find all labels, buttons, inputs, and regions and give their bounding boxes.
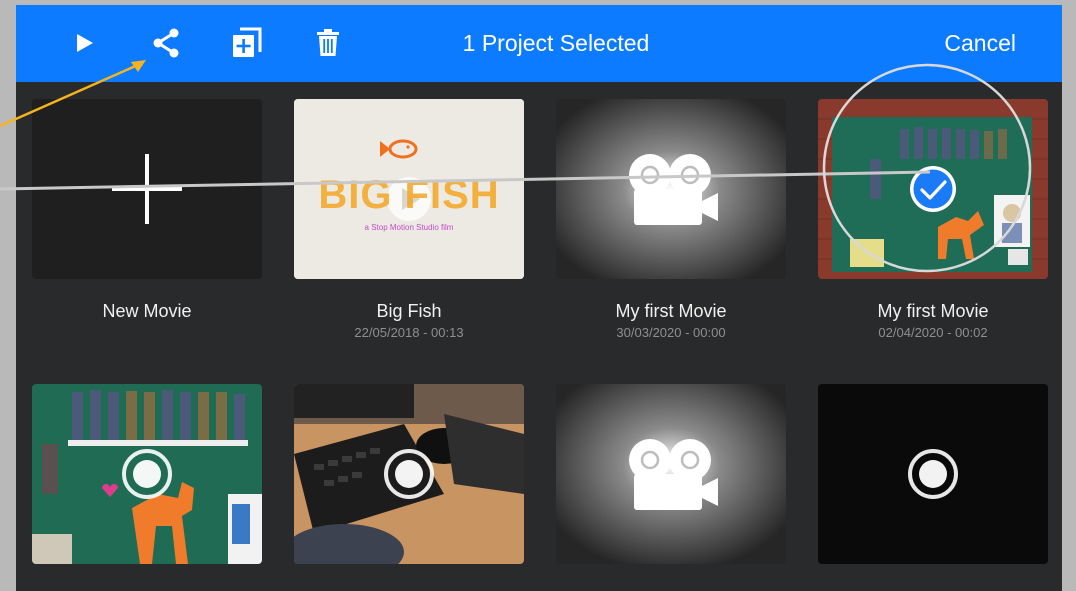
play-icon	[77, 34, 93, 52]
project-card-desk[interactable]	[294, 384, 524, 564]
selection-toolbar: 1 Project Selected Cancel	[16, 5, 1062, 82]
project-card-black[interactable]	[818, 384, 1048, 564]
plus-icon	[112, 154, 182, 224]
thumbnail-title-text: BIG FISH	[318, 173, 500, 217]
record-indicator-icon	[908, 449, 958, 499]
project-card-soldiers-dog[interactable]	[32, 384, 262, 564]
thumbnail-subtitle-text: a Stop Motion Studio film	[364, 223, 454, 232]
play-button[interactable]	[64, 23, 104, 63]
share-button[interactable]	[146, 23, 186, 63]
selected-checkmark	[910, 166, 956, 212]
share-icon	[153, 28, 179, 58]
big-fish-title-overlay: BIG FISH a Stop Motion Studio film	[294, 99, 524, 279]
project-card-camera[interactable]	[556, 384, 786, 564]
project-card-my-first-movie-selected[interactable]	[818, 99, 1048, 279]
project-date: 02/04/2020 - 00:02	[878, 325, 988, 340]
record-indicator-icon	[122, 449, 172, 499]
new-movie-card[interactable]	[32, 99, 262, 279]
camera-thumbnail	[556, 384, 786, 564]
selection-count-title: 1 Project Selected	[462, 30, 650, 56]
camera-thumbnail	[556, 99, 786, 279]
project-name: New Movie	[102, 301, 192, 321]
project-card-big-fish[interactable]: BIG FISH a Stop Motion Studio film	[294, 99, 524, 279]
project-name: Big Fish	[376, 301, 442, 321]
project-date: 30/03/2020 - 00:00	[616, 325, 726, 340]
cancel-button[interactable]: Cancel	[944, 5, 1016, 82]
record-indicator-icon	[384, 449, 434, 499]
duplicate-icon	[233, 27, 262, 57]
duplicate-button[interactable]	[226, 23, 266, 63]
delete-button[interactable]	[308, 23, 348, 63]
project-date: 22/05/2018 - 00:13	[354, 325, 464, 340]
trash-icon	[317, 29, 339, 56]
project-card-my-first-movie[interactable]	[556, 99, 786, 279]
project-name: My first Movie	[877, 301, 989, 321]
project-name: My first Movie	[615, 301, 727, 321]
app-window: 1 Project Selected Cancel New Movie BIG …	[16, 5, 1062, 591]
